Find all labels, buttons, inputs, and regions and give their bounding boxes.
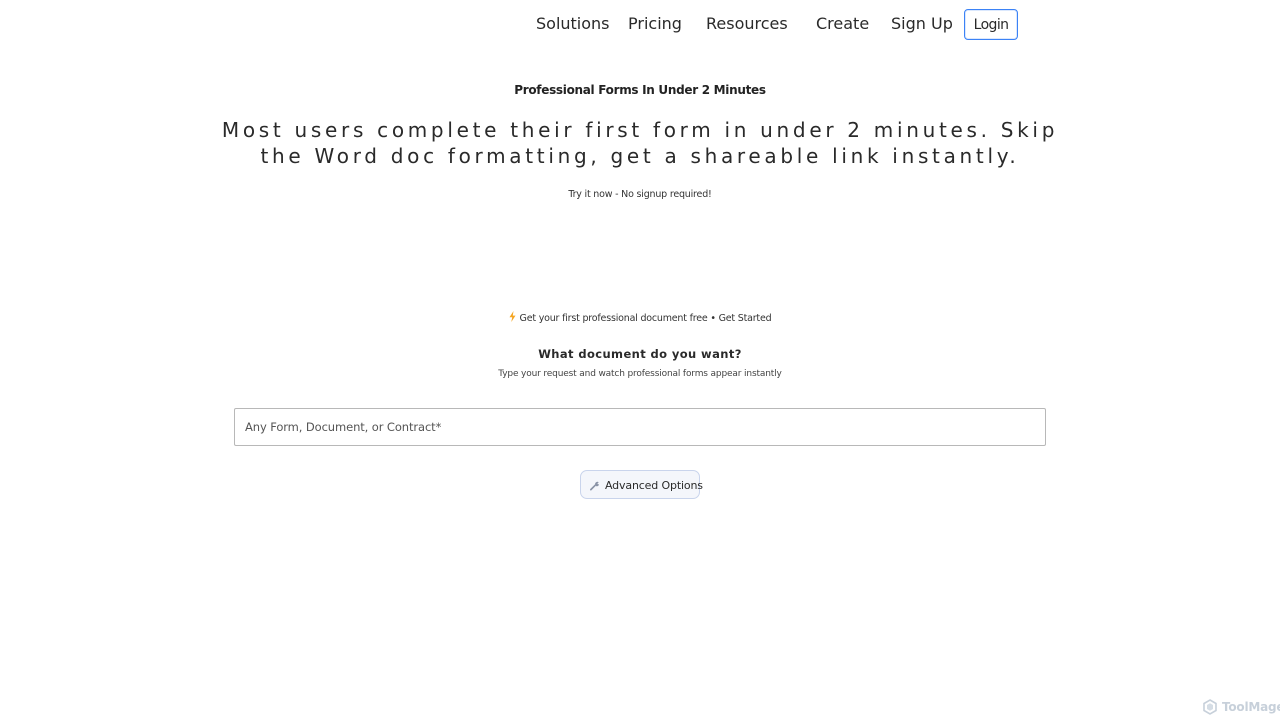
required-mark: * — [435, 420, 442, 434]
page: Solutions Pricing Resources Create Sign … — [0, 0, 1280, 720]
watermark-text: ToolMage — [1222, 700, 1280, 714]
document-request-input[interactable]: Any Form, Document, or Contract* — [234, 408, 1046, 446]
advanced-options-button[interactable]: Advanced Options — [580, 470, 703, 499]
builder-title: What document do you want? — [538, 347, 742, 361]
builder-subtitle: Type your request and watch professional… — [498, 369, 782, 379]
get-started-link[interactable]: Get Started — [719, 313, 772, 324]
nav-sign-up[interactable]: Sign Up — [891, 13, 953, 35]
hero-headline: Most users complete their first form in … — [221, 118, 1059, 168]
advanced-options-label: Advanced Options — [605, 479, 703, 492]
nav-resources[interactable]: Resources — [706, 13, 788, 35]
toolmage-watermark: ToolMage — [1202, 698, 1280, 716]
toolmage-logo-icon — [1203, 699, 1217, 715]
lightning-bolt-icon — [509, 311, 516, 322]
try-now-note: Try it now - No signup required! — [568, 189, 712, 200]
hero-eyebrow: Professional Forms In Under 2 Minutes — [514, 83, 766, 97]
promo-line: Get your first professional document fre… — [0, 311, 1280, 324]
nav-pricing[interactable]: Pricing — [628, 13, 682, 35]
login-button[interactable]: Login — [964, 9, 1018, 40]
nav-create[interactable]: Create — [816, 13, 869, 35]
wrench-icon — [590, 481, 600, 491]
promo-separator: • — [710, 313, 716, 324]
document-request-label: Any Form, Document, or Contract* — [245, 420, 442, 434]
nav-solutions[interactable]: Solutions — [536, 13, 610, 35]
promo-text: Get your first professional document fre… — [519, 313, 708, 324]
